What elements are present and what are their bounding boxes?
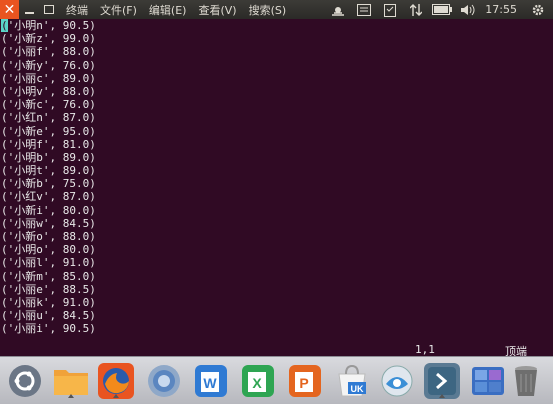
firefox-icon [103,368,129,394]
terminal-line: ('小明o', 80.0) [1,243,96,257]
svg-text:X: X [252,375,262,391]
weather-indicator[interactable] [327,0,349,19]
terminal-line: ('小丽i', 90.5) [1,322,96,336]
svg-text:P: P [299,375,308,391]
terminal-line: ('小新y', 76.0) [1,58,96,72]
dock-item-wps-spreadsheets[interactable]: X [240,363,276,399]
dock: W X P UK [0,356,553,404]
terminal-line: ('小丽e', 88.5) [1,282,96,296]
menu-file[interactable]: 文件(F) [100,2,137,18]
update-manager-icon [381,365,413,397]
wps-spreadsheets-icon: X [242,365,274,397]
gear-icon [532,4,544,15]
minimize-window-button[interactable] [20,0,39,19]
terminal-line: ('小红n', 87.0) [1,111,96,125]
maximize-icon [43,5,54,14]
dock-item-terminal[interactable] [424,363,460,399]
weather-icon [332,6,345,16]
terminal-line: ('小明f', 81.0) [1,137,96,151]
running-indicator [439,394,445,398]
maximize-window-button[interactable] [39,0,58,19]
dock-item-trash[interactable] [508,363,544,399]
minimize-icon [25,12,34,14]
clipboard-icon [384,3,397,17]
close-icon: ✕ [3,1,16,18]
terminal-line: ('小明v', 88.0) [1,84,96,98]
dock-item-firefox[interactable] [98,363,134,399]
keyboard-indicator[interactable] [353,0,375,19]
terminal-line: ('小丽c', 89.0) [1,71,96,85]
menu-search[interactable]: 搜索(S) [249,2,287,18]
terminal-line: ('小丽f', 88.0) [1,45,96,59]
scroll-position: 顶端 [505,345,527,358]
dock-item-workspaces[interactable] [470,363,506,399]
text-cursor: ( [1,19,8,32]
svg-text:W: W [203,375,217,391]
trash-icon [515,366,537,396]
terminal-line: ('小明t', 89.0) [1,164,96,178]
terminal-line-text: '小明n', 90.5) [7,19,96,32]
volume-icon [461,4,475,15]
running-indicator [113,394,119,398]
terminal-line: ('小丽l', 91.0) [1,256,96,270]
dock-item-ubuntu[interactable] [7,363,43,399]
system-menu[interactable] [527,0,549,19]
dock-item-software-center[interactable]: UK [334,363,370,399]
menu-app-terminal[interactable]: 终端 [66,2,88,18]
terminal-line: ('小丽k', 91.0) [1,295,96,309]
terminal-line: ('小明n', 90.5) [1,19,553,32]
notes-indicator[interactable] [379,0,401,19]
dock-item-files[interactable] [53,363,89,399]
terminal-line: ('小红v', 87.0) [1,190,96,204]
menu-view[interactable]: 查看(V) [198,2,236,18]
sound-indicator[interactable] [457,0,479,19]
battery-icon [432,4,453,15]
menu-edit[interactable]: 编辑(E) [149,2,187,18]
terminal-line: ('小新e', 95.0) [1,124,96,138]
cursor-position: 1,1 [415,343,435,356]
network-arrows-icon [410,3,423,16]
terminal-line: ('小新c', 76.0) [1,98,96,112]
dock-item-wps-writer[interactable]: W [193,363,229,399]
menu-bar: 终端 文件(F) 编辑(E) 查看(V) 搜索(S) [66,0,298,19]
ubuntu-kylin-software-icon: UK [338,364,366,397]
network-indicator[interactable] [405,0,427,19]
running-indicator [68,394,74,398]
keyboard-icon [357,3,372,16]
terminal-line: ('小新z', 99.0) [1,32,96,46]
wps-presentation-icon: P [289,365,321,397]
clock[interactable]: 17:55 [485,3,517,16]
indicator-area: 17:55 [323,0,553,19]
terminal-line: ('小明b', 89.0) [1,150,96,164]
files-folder-icon [54,370,88,395]
terminal-line: ('小丽u', 84.5) [1,309,96,323]
terminal-line: ('小丽w', 84.5) [1,216,96,230]
dock-item-wps-presentation[interactable]: P [287,363,323,399]
terminal-line: ('小新b', 75.0) [1,177,96,191]
close-window-button[interactable]: ✕ [0,0,19,19]
terminal-output[interactable]: ('小明n', 90.5) ('小新z', 99.0) ('小丽f', 88.0… [0,19,553,359]
dock-item-chromium[interactable] [146,363,182,399]
top-panel: ✕ 终端 文件(F) 编辑(E) 查看(V) 搜索(S) 17:55 [0,0,553,19]
terminal-line: ('小新i', 80.0) [1,203,96,217]
terminal-icon [428,367,456,395]
terminal-line: ('小新m', 85.0) [1,269,96,283]
terminal-line: ('小新o', 88.0) [1,230,96,243]
workspace-switcher-icon [472,367,504,395]
chromium-icon [148,365,180,397]
battery-indicator[interactable] [431,0,453,19]
dock-item-update-manager[interactable] [379,363,415,399]
ubuntu-logo-icon [9,365,41,397]
wps-writer-icon: W [195,365,227,397]
svg-text:UK: UK [351,384,364,394]
